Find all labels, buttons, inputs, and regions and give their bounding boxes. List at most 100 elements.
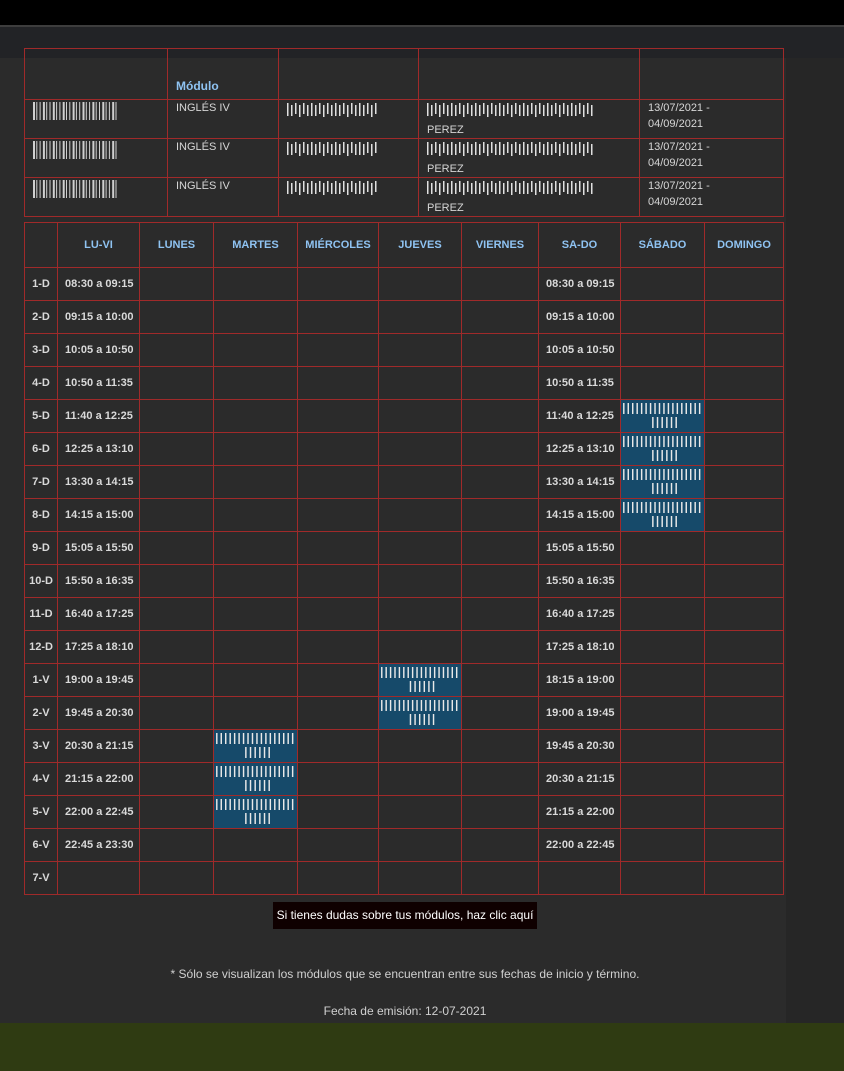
class-block[interactable] — [213, 795, 298, 829]
schedule-cell — [297, 663, 379, 697]
sado-time: 21:15 a 22:00 — [538, 795, 621, 829]
schedule-cell — [139, 333, 214, 367]
slot-label: 3-V — [24, 729, 58, 763]
luvi-time: 22:00 a 22:45 — [57, 795, 140, 829]
schedule-row: 1-D 08:30 a 09:15 08:30 a 09:15 — [24, 267, 784, 301]
module-code — [24, 138, 168, 178]
schedule-cell — [213, 861, 298, 895]
schedule-cell — [139, 729, 214, 763]
slot-label: 5-V — [24, 795, 58, 829]
col-jueves: JUEVES — [378, 222, 462, 268]
schedule-row: 5-D 11:40 a 12:25 11:40 a 12:25 — [24, 399, 784, 433]
schedule-cell — [139, 531, 214, 565]
schedule-cell — [213, 432, 298, 466]
class-block[interactable] — [620, 432, 705, 466]
schedule-cell — [620, 828, 705, 862]
taskbar — [0, 1023, 844, 1071]
module-schedule — [278, 99, 419, 139]
modules-table: Módulo INGLÉS IV PEREZ 13/07/2021 -04/09/2… — [24, 48, 784, 217]
module-name: INGLÉS IV — [167, 99, 279, 139]
sado-time: 20:30 a 21:15 — [538, 762, 621, 796]
schedule-cell — [620, 663, 705, 697]
schedule-cell — [378, 861, 462, 895]
schedule-cell — [378, 729, 462, 763]
issue-date: Fecha de emisión: 12-07-2021 — [323, 1004, 487, 1018]
redacted-code — [33, 141, 119, 159]
schedule-cell — [461, 828, 539, 862]
schedule-cell — [461, 498, 539, 532]
class-block[interactable] — [378, 696, 462, 730]
luvi-time: 17:25 a 18:10 — [57, 630, 140, 664]
schedule-cell — [704, 498, 784, 532]
sado-time: 11:40 a 12:25 — [538, 399, 621, 433]
schedule-cell — [139, 300, 214, 334]
schedule-cell — [704, 663, 784, 697]
schedule-cell — [213, 366, 298, 400]
schedule-cell — [139, 432, 214, 466]
schedule-cell — [620, 531, 705, 565]
slot-label: 4-V — [24, 762, 58, 796]
luvi-time: 19:00 a 19:45 — [57, 663, 140, 697]
schedule-cell — [704, 597, 784, 631]
slot-label: 3-D — [24, 333, 58, 367]
help-link[interactable]: Si tienes dudas sobre tus módulos, haz c… — [273, 902, 537, 929]
schedule-row: 3-D 10:05 a 10:50 10:05 a 10:50 — [24, 333, 784, 367]
schedule-cell — [297, 432, 379, 466]
schedule-row: 2-D 09:15 a 10:00 09:15 a 10:00 — [24, 300, 784, 334]
slot-label: 9-D — [24, 531, 58, 565]
luvi-time: 11:40 a 12:25 — [57, 399, 140, 433]
slot-label: 7-V — [24, 861, 58, 895]
schedule-cell — [620, 696, 705, 730]
col-miercoles: MIÉRCOLES — [297, 222, 379, 268]
sado-time: 12:25 a 13:10 — [538, 432, 621, 466]
class-block[interactable] — [620, 399, 705, 433]
schedule-cell — [704, 267, 784, 301]
schedule-cell — [378, 432, 462, 466]
schedule-cell — [378, 630, 462, 664]
class-block[interactable] — [213, 729, 298, 763]
schedule-cell — [139, 399, 214, 433]
slot-label: 5-D — [24, 399, 58, 433]
class-block[interactable] — [213, 762, 298, 796]
dates-note: * Sólo se visualizan los módulos que se … — [170, 967, 640, 981]
slot-label: 10-D — [24, 564, 58, 598]
schedule-cell — [461, 729, 539, 763]
schedule-cell — [461, 432, 539, 466]
module-name: INGLÉS IV — [167, 138, 279, 178]
schedule-cell — [620, 366, 705, 400]
schedule-row: 6-V 22:45 a 23:30 22:00 a 22:45 — [24, 828, 784, 862]
schedule-cell — [378, 366, 462, 400]
schedule-cell — [297, 300, 379, 334]
schedule-cell — [213, 399, 298, 433]
module-row: INGLÉS IV PEREZ 13/07/2021 -04/09/2021 — [24, 177, 784, 217]
header-dates — [639, 48, 784, 100]
schedule-cell — [297, 267, 379, 301]
schedule-cell — [213, 531, 298, 565]
schedule-cell — [139, 828, 214, 862]
schedule-cell — [461, 564, 539, 598]
schedule-cell — [378, 828, 462, 862]
sado-time: 18:15 a 19:00 — [538, 663, 621, 697]
schedule-cell — [620, 795, 705, 829]
schedule-cell — [704, 861, 784, 895]
class-block[interactable] — [620, 465, 705, 499]
luvi-time: 13:30 a 14:15 — [57, 465, 140, 499]
luvi-time: 08:30 a 09:15 — [57, 267, 140, 301]
schedule-cell — [297, 696, 379, 730]
schedule-cell — [213, 564, 298, 598]
schedule-cell — [297, 630, 379, 664]
browser-top-bar — [0, 0, 844, 25]
slot-label: 12-D — [24, 630, 58, 664]
schedule-cell — [213, 498, 298, 532]
schedule-cell — [704, 465, 784, 499]
schedule-cell — [213, 597, 298, 631]
schedule-cell — [620, 300, 705, 334]
luvi-time: 15:50 a 16:35 — [57, 564, 140, 598]
redacted-code — [33, 180, 119, 198]
schedule-row: 7-D 13:30 a 14:15 13:30 a 14:15 — [24, 465, 784, 499]
col-sabado: SÁBADO — [620, 222, 705, 268]
class-block[interactable] — [620, 498, 705, 532]
class-block[interactable] — [378, 663, 462, 697]
schedule-cell — [139, 663, 214, 697]
sado-time: 08:30 a 09:15 — [538, 267, 621, 301]
